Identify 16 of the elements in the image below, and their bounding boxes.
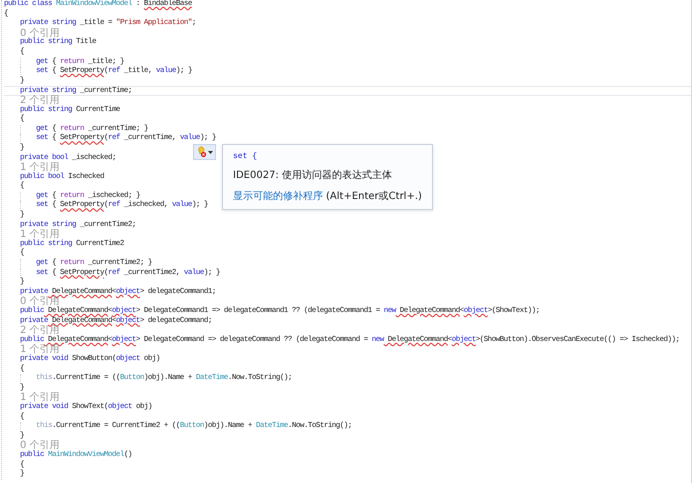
shortcut-hint: (Alt+Enter或Ctrl+.)	[326, 190, 422, 203]
reference-count[interactable]: 1 个引用	[20, 345, 60, 355]
show-fixes-link[interactable]: 显示可能的修补程序	[233, 189, 323, 203]
reference-count[interactable]: 0 个引用	[20, 28, 60, 38]
reference-count[interactable]: 0 个引用	[20, 297, 60, 307]
quick-actions-button[interactable]	[193, 144, 216, 160]
code-snippet: set {	[233, 152, 258, 161]
diagnostic-message: IDE0027: 使用访问器的表达式主体	[233, 168, 393, 182]
reference-count[interactable]: 2 个引用	[20, 326, 60, 336]
reference-count[interactable]: 1 个引用	[20, 230, 60, 240]
reference-count[interactable]: 1 个引用	[20, 163, 60, 173]
reference-count[interactable]: 2 个引用	[20, 96, 60, 106]
reference-count[interactable]: 1 个引用	[20, 393, 60, 403]
reference-count[interactable]: 0 个引用	[20, 441, 60, 451]
lightbulb-error-icon	[196, 146, 207, 158]
caret-icon	[208, 150, 213, 154]
